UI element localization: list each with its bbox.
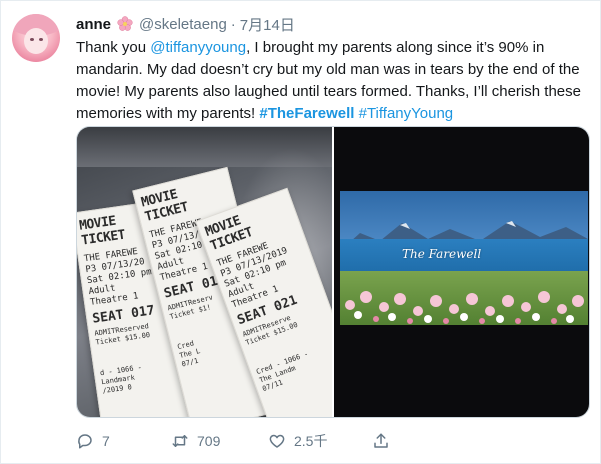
reply-count: 7 — [102, 433, 110, 449]
tweet-actions: 7 709 2.5千 — [76, 428, 406, 454]
heart-icon — [268, 432, 286, 450]
like-button[interactable]: 2.5千 — [268, 428, 327, 454]
retweet-count: 709 — [197, 433, 221, 449]
hashtag-tiffanyyoung[interactable]: #TiffanyYoung — [359, 105, 454, 122]
separator-dot: · — [230, 15, 236, 33]
media-grid: MOVIE TICKET THE FAREWE P3 07/13/20 Sat … — [76, 126, 590, 418]
reply-icon — [76, 432, 94, 450]
tweet-text: Thank you @tiffanyyoung, I brought my pa… — [76, 37, 586, 125]
mention-link[interactable]: @tiffanyyoung — [150, 39, 246, 56]
tweet-header: anne @skeletaeng · 7月14日 — [76, 14, 295, 34]
tickets-photo[interactable]: MOVIE TICKET THE FAREWE P3 07/13/20 Sat … — [77, 127, 332, 417]
author-name[interactable]: anne — [76, 16, 111, 33]
reply-button[interactable]: 7 — [76, 428, 110, 454]
cinema-screen: The Farewell — [340, 191, 588, 325]
author-handle[interactable]: @skeletaeng — [139, 16, 227, 33]
film-title-overlay: The Farewell — [402, 247, 482, 261]
like-count: 2.5千 — [294, 433, 328, 449]
cherry-blossom-icon — [117, 16, 133, 32]
hashtag-thefarewell[interactable]: #TheFarewell — [259, 105, 354, 122]
share-icon — [372, 432, 390, 450]
retweet-icon — [171, 432, 189, 450]
tweet-date[interactable]: 7月14日 — [240, 14, 295, 35]
avatar[interactable] — [12, 14, 60, 62]
flowers-illustration — [345, 291, 584, 324]
retweet-button[interactable]: 709 — [171, 428, 220, 454]
cinema-screen-photo[interactable]: The Farewell — [334, 127, 589, 417]
tweet-text-part1: Thank you — [76, 39, 151, 56]
share-button[interactable] — [372, 428, 390, 454]
